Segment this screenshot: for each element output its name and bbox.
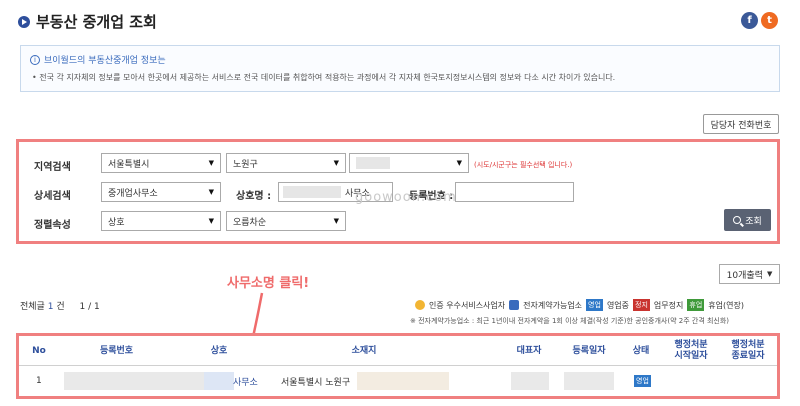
blurred-rep <box>511 372 549 390</box>
chevron-down-icon: ▼ <box>766 270 773 278</box>
col-admin-end: 행정처분 종료일자 <box>731 340 765 361</box>
blurred-reg-no <box>64 372 204 390</box>
per-page-select[interactable]: 10개출력 ▼ <box>719 264 780 284</box>
col-status: 상태 <box>632 345 650 356</box>
row-address: 서울특별시 노원구 <box>281 377 351 388</box>
legend-certified: 인증 우수서비스사업자 <box>429 300 506 310</box>
total-count: 1 <box>47 302 54 312</box>
per-page-value: 10개출력 <box>726 270 763 281</box>
econtract-note: ※ 전자계약가능업소 : 최근 1년이내 전자계약을 1회 이상 체결(작성 기… <box>410 317 730 325</box>
col-rep: 대표자 <box>516 345 542 356</box>
certified-icon <box>415 300 425 310</box>
col-address: 소재지 <box>351 345 377 356</box>
table-divider <box>19 365 777 366</box>
total-prefix: 전체글 <box>20 302 45 312</box>
col-reg-no: 등록번호 <box>99 345 134 356</box>
suspended-badge: 정지 <box>633 299 650 311</box>
open-badge: 영업 <box>586 299 603 311</box>
page-info: 1 / 1 <box>79 302 100 312</box>
legend-suspended: 업무정지 <box>653 300 684 310</box>
status-badge: 영업 <box>634 375 651 387</box>
blurred-address <box>357 372 449 390</box>
result-count: 전체글 1 건 1 / 1 <box>20 299 100 312</box>
legend-open: 영업중 <box>606 300 630 310</box>
legend-closed: 휴업(연장) <box>708 300 744 310</box>
econtract-icon <box>509 300 520 310</box>
row-status: 영업 <box>634 370 651 392</box>
results-table: No 등록번호 상호 소재지 대표자 등록일자 상태 행정처분 시작일자 행정처… <box>16 333 780 399</box>
col-name: 상호 <box>210 345 228 356</box>
col-no: No <box>32 345 46 356</box>
row-no: 1 <box>36 376 42 386</box>
closed-badge: 휴업 <box>687 299 705 311</box>
legend-econtract: 전자계약가능업소 <box>523 300 583 310</box>
col-reg-date: 등록일자 <box>572 345 606 356</box>
blurred-reg-date <box>564 372 614 390</box>
total-suffix: 건 <box>56 302 65 312</box>
row-name-link[interactable]: 사무소 <box>233 370 258 392</box>
blurred-name <box>204 372 234 390</box>
status-legend: 인증 우수서비스사업자 전자계약가능업소 영업 영업중 정지 업무정지 휴업 휴… <box>415 299 744 311</box>
col-admin-start: 행정처분 시작일자 <box>674 340 708 361</box>
